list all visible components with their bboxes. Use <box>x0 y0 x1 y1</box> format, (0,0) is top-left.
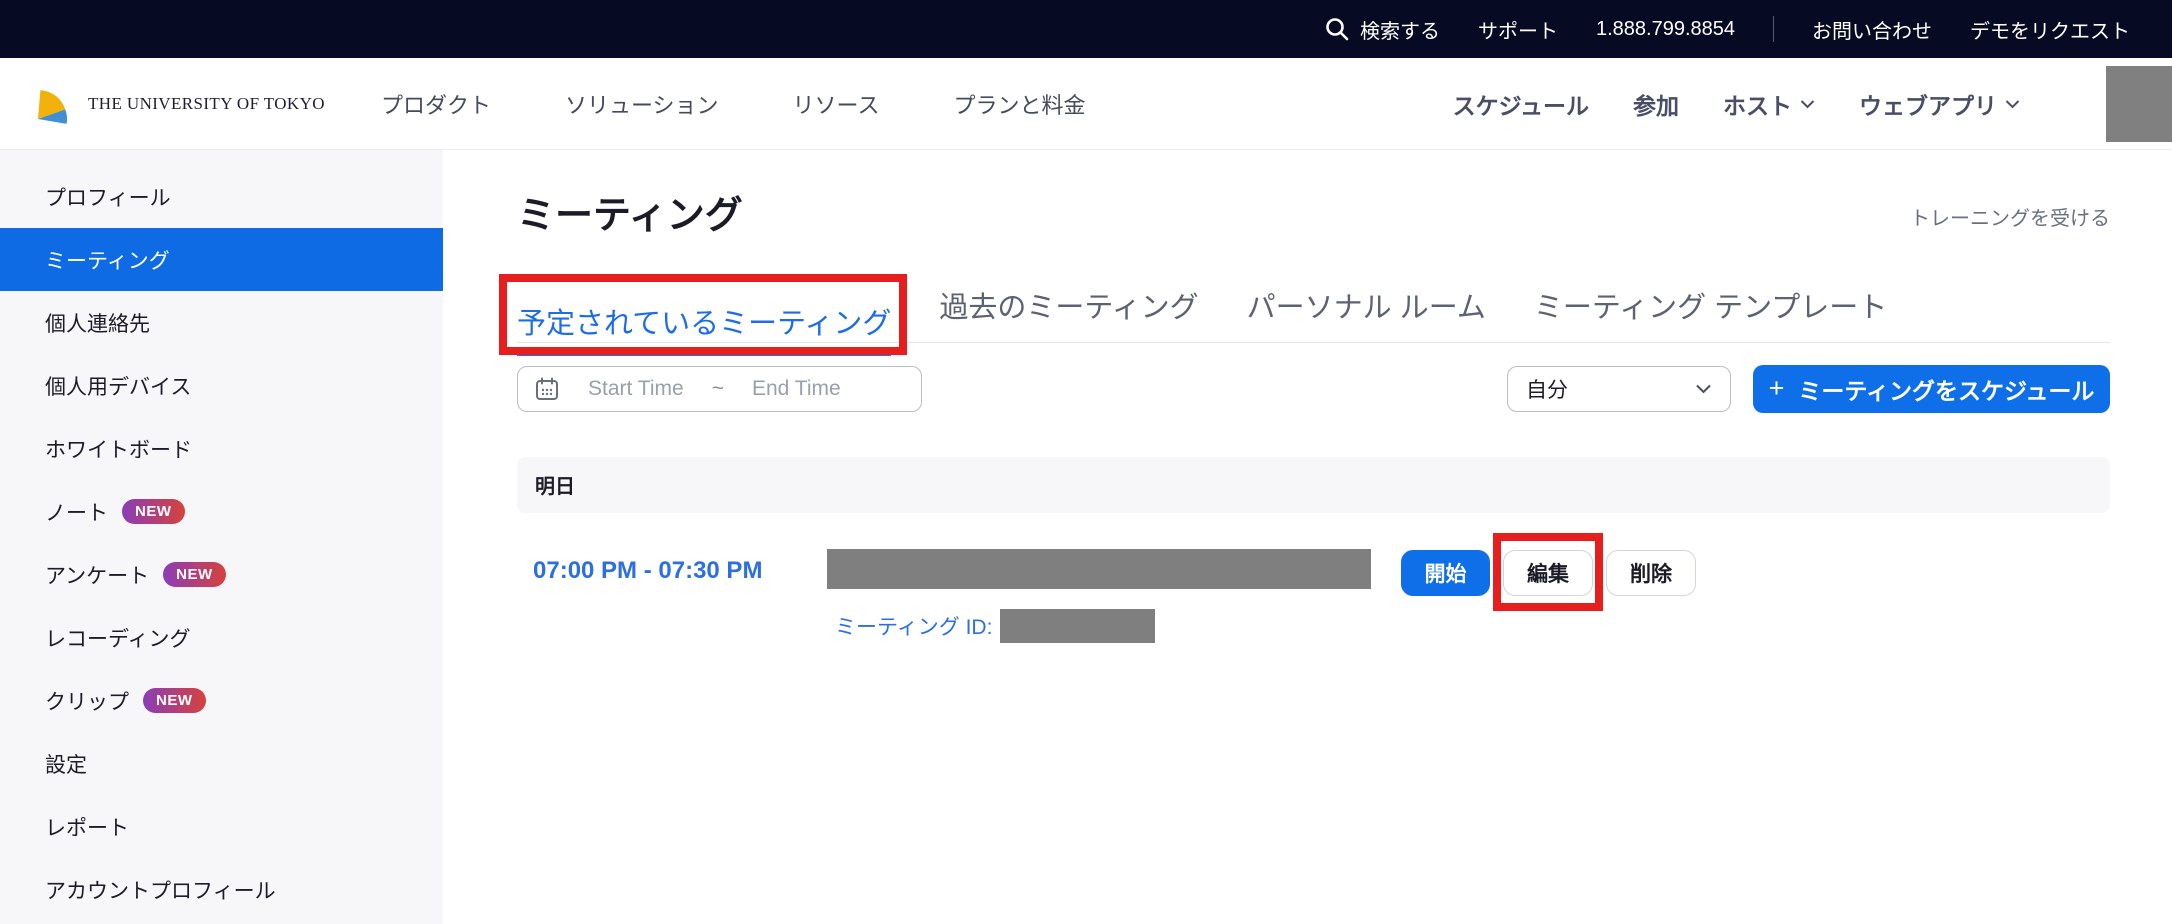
meeting-actions: 開始 編集 削除 <box>1401 549 1696 596</box>
calendar-icon <box>534 376 560 402</box>
filter-row: Start Time ~ End Time 自分 + ミーティングをスケジュール <box>517 365 2110 413</box>
schedule-meeting-button-label: ミーティングをスケジュール <box>1798 372 2094 406</box>
phone-link[interactable]: 1.888.799.8854 <box>1596 18 1735 41</box>
sidebar-item-label: レコーディング <box>45 623 191 653</box>
nav-web-app-label: ウェブアプリ <box>1859 87 1997 121</box>
tab-upcoming-meetings[interactable]: 予定されているミーティング <box>517 308 891 356</box>
sidebar-item-personal-contacts[interactable]: 個人連絡先 <box>0 291 443 354</box>
sidebar-item-label: 設定 <box>45 749 87 779</box>
schedule-meeting-button[interactable]: + ミーティングをスケジュール <box>1753 365 2110 413</box>
chevron-down-icon <box>1800 99 1815 109</box>
page-body: プロフィール ミーティング 個人連絡先 個人用デバイス ホワイトボード ノート … <box>0 150 2172 924</box>
university-logo[interactable]: THE UNIVERSITY OF TOKYO <box>30 83 325 125</box>
topbar: 検索する サポート 1.888.799.8854 お問い合わせ デモをリクエスト <box>0 0 2172 58</box>
meeting-row: 07:00 PM - 07:30 PM ミーティング ID: 開始 編集 削除 <box>517 549 2110 643</box>
sidebar-item-label: ミーティング <box>45 245 170 275</box>
chevron-down-icon <box>2005 99 2020 109</box>
host-filter-select[interactable]: 自分 <box>1507 366 1731 412</box>
meeting-time: 07:00 PM - 07:30 PM <box>517 549 811 585</box>
meeting-id-label: ミーティング ID: <box>835 611 992 641</box>
nav-plans-pricing[interactable]: プランと料金 <box>953 88 1085 120</box>
sidebar-item-label: アカウントプロフィール <box>45 875 276 905</box>
new-badge: NEW <box>163 562 226 587</box>
end-time-placeholder[interactable]: End Time <box>752 377 841 401</box>
new-badge: NEW <box>143 688 206 713</box>
date-group-label: 明日 <box>535 470 575 499</box>
host-filter-value: 自分 <box>1526 374 1568 404</box>
nav-schedule[interactable]: スケジュール <box>1453 87 1589 121</box>
ginkgo-leaf-icon <box>30 83 76 125</box>
get-training-link[interactable]: トレーニングを受ける <box>1910 202 2110 231</box>
tab-previous-meetings[interactable]: 過去のミーティング <box>939 284 1198 342</box>
secondary-nav: スケジュール 参加 ホスト ウェブアプリ <box>1453 66 2172 142</box>
sidebar-item-settings[interactable]: 設定 <box>0 732 443 795</box>
sidebar-item-profile[interactable]: プロフィール <box>0 165 443 228</box>
nav-resources[interactable]: リソース <box>793 88 880 120</box>
meetings-tabs: 予定されているミーティング 過去のミーティング パーソナル ルーム ミーティング… <box>517 284 2110 343</box>
sidebar-item-clips[interactable]: クリップ NEW <box>0 669 443 732</box>
sidebar-item-label: アンケート <box>45 560 149 590</box>
nav-host[interactable]: ホスト <box>1723 87 1815 121</box>
nav-join[interactable]: 参加 <box>1633 87 1679 121</box>
page-title: ミーティング <box>517 194 743 240</box>
sidebar-item-label: ノート <box>45 497 108 527</box>
sidebar-item-label: 個人連絡先 <box>45 308 150 338</box>
sidebar-item-reports[interactable]: レポート <box>0 795 443 858</box>
topbar-divider <box>1773 16 1774 42</box>
range-separator: ~ <box>712 377 724 401</box>
navbar: THE UNIVERSITY OF TOKYO プロダクト ソリューション リソ… <box>0 58 2172 150</box>
start-time-placeholder[interactable]: Start Time <box>588 377 684 401</box>
edit-button[interactable]: 編集 <box>1503 550 1593 596</box>
nav-web-app[interactable]: ウェブアプリ <box>1859 87 2020 121</box>
sidebar-item-notes[interactable]: ノート NEW <box>0 480 443 543</box>
sidebar-item-meetings[interactable]: ミーティング <box>0 228 443 291</box>
sidebar-item-account-profile[interactable]: アカウントプロフィール <box>0 858 443 921</box>
main-content: ミーティング トレーニングを受ける 予定されているミーティング 過去のミーティン… <box>443 150 2172 924</box>
new-badge: NEW <box>122 499 185 524</box>
avatar[interactable] <box>2106 66 2172 142</box>
chevron-down-icon <box>1695 383 1712 394</box>
support-link[interactable]: サポート <box>1478 15 1558 44</box>
primary-nav: プロダクト ソリューション リソース プランと料金 <box>381 88 1086 120</box>
sidebar-item-label: 個人用デバイス <box>45 371 191 401</box>
date-range-picker[interactable]: Start Time ~ End Time <box>517 366 922 412</box>
meeting-details: ミーティング ID: <box>811 549 1371 643</box>
meeting-id-redacted <box>1000 609 1155 643</box>
sidebar-item-label: クリップ <box>45 686 129 716</box>
date-group-header: 明日 <box>517 457 2110 513</box>
sidebar-item-personal-devices[interactable]: 個人用デバイス <box>0 354 443 417</box>
meeting-id-line: ミーティング ID: <box>835 609 1371 643</box>
sidebar: プロフィール ミーティング 個人連絡先 個人用デバイス ホワイトボード ノート … <box>0 150 443 924</box>
contact-link[interactable]: お問い合わせ <box>1812 15 1932 44</box>
university-logo-text: THE UNIVERSITY OF TOKYO <box>88 94 325 114</box>
tab-meeting-templates[interactable]: ミーティング テンプレート <box>1534 284 1887 342</box>
tab-personal-room[interactable]: パーソナル ルーム <box>1247 284 1486 342</box>
search-button[interactable]: 検索する <box>1324 15 1440 44</box>
nav-solutions[interactable]: ソリューション <box>565 88 719 120</box>
sidebar-item-label: レポート <box>45 812 129 842</box>
request-demo-link[interactable]: デモをリクエスト <box>1970 15 2130 44</box>
sidebar-item-label: プロフィール <box>45 182 171 212</box>
search-label: 検索する <box>1360 15 1440 44</box>
sidebar-item-whiteboard[interactable]: ホワイトボード <box>0 417 443 480</box>
start-button[interactable]: 開始 <box>1401 550 1490 596</box>
search-icon <box>1324 16 1350 42</box>
delete-button[interactable]: 削除 <box>1606 550 1696 596</box>
nav-host-label: ホスト <box>1723 87 1792 121</box>
meeting-topic-redacted[interactable] <box>827 549 1371 589</box>
sidebar-item-label: ホワイトボード <box>45 434 192 464</box>
plus-icon: + <box>1769 375 1785 402</box>
sidebar-item-recordings[interactable]: レコーディング <box>0 606 443 669</box>
nav-products[interactable]: プロダクト <box>381 88 491 120</box>
sidebar-item-surveys[interactable]: アンケート NEW <box>0 543 443 606</box>
